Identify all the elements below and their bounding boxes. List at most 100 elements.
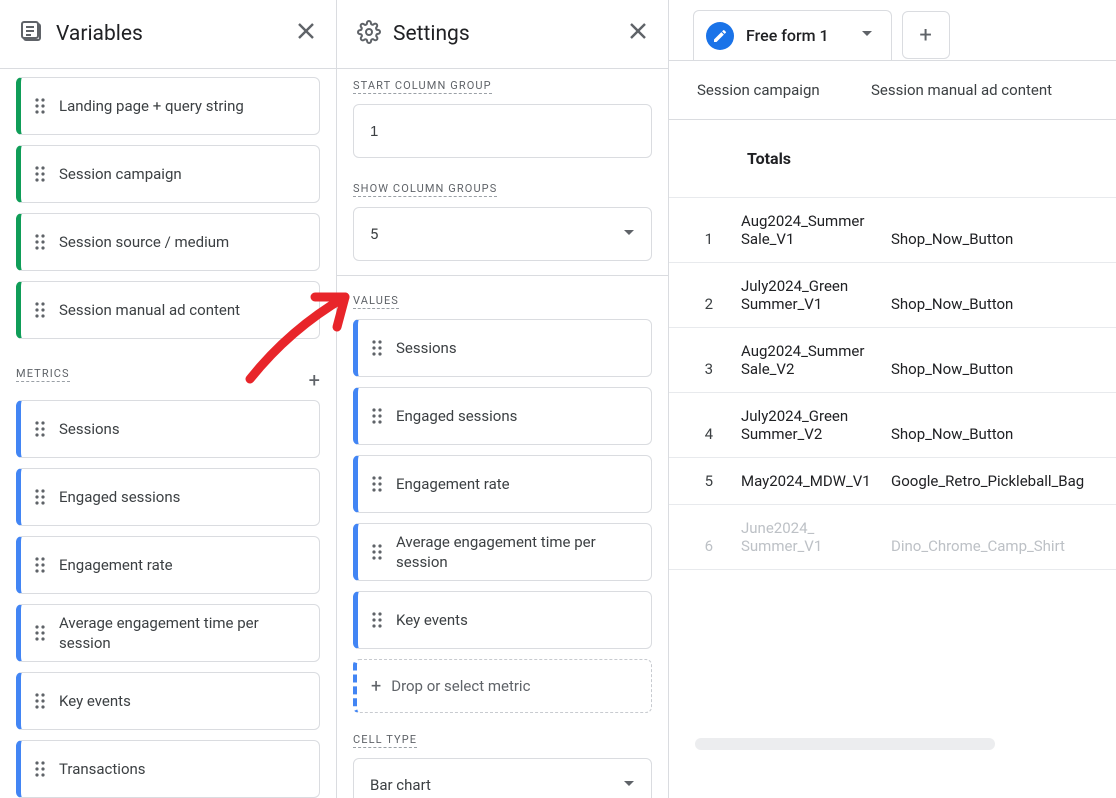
show-column-groups-select[interactable]: 5 <box>353 207 652 261</box>
chip-label: Transactions <box>59 759 146 779</box>
row-index: 6 <box>669 505 731 570</box>
drag-handle-icon[interactable] <box>35 421 45 437</box>
drag-handle-icon[interactable] <box>372 612 382 628</box>
chip-label: Engaged sessions <box>59 487 180 507</box>
cell-campaign: Aug2024_​Summer​Sale_​V1 <box>731 198 881 263</box>
gear-icon <box>357 20 381 48</box>
dimension-chip[interactable]: Session manual ad content <box>16 281 320 339</box>
col-header-campaign[interactable]: Session campaign <box>697 81 871 99</box>
variables-icon <box>20 20 44 48</box>
totals-label: Totals <box>747 149 791 168</box>
chip-label: Landing page + query string <box>59 96 244 116</box>
drag-handle-icon[interactable] <box>35 625 45 641</box>
chip-label: Sessions <box>396 338 457 358</box>
cell-type-label: CELL TYPE <box>353 733 417 748</box>
cell-type-value: Bar chart <box>370 776 431 794</box>
close-icon[interactable] <box>628 21 648 47</box>
col-header-ad-content[interactable]: Session manual ad content <box>871 81 1116 99</box>
cell-ad-content: Google_​Retro_​Pickleball_​Bag <box>881 458 1116 505</box>
row-index: 5 <box>669 458 731 505</box>
chip-label: Sessions <box>59 419 120 439</box>
column-headers: Session campaign Session manual ad conte… <box>669 61 1116 120</box>
drag-handle-icon[interactable] <box>35 166 45 182</box>
row-index: 3 <box>669 328 731 393</box>
drag-handle-icon[interactable] <box>35 489 45 505</box>
show-column-groups-label: SHOW COLUMN GROUPS <box>353 182 497 197</box>
report-tabs: Free form 1 + <box>669 0 1116 60</box>
drag-handle-icon[interactable] <box>35 98 45 114</box>
chevron-down-icon <box>623 776 635 794</box>
tab-free-form[interactable]: Free form 1 <box>693 10 892 60</box>
add-tab-button[interactable]: + <box>902 11 950 59</box>
drag-handle-icon[interactable] <box>35 234 45 250</box>
row-index: 1 <box>669 198 731 263</box>
chip-label: Average engagement time per session <box>59 613 305 654</box>
chip-label: Session campaign <box>59 164 182 184</box>
value-chip[interactable]: Engagement rate <box>353 455 652 513</box>
settings-panel: Settings START COLUMN GROUP SHOW COLUMN … <box>337 0 669 798</box>
values-dropzone[interactable]: + Drop or select metric <box>353 659 652 713</box>
drag-handle-icon[interactable] <box>372 544 382 560</box>
cell-ad-content: Shop_​Now_​Button <box>881 328 1116 393</box>
table-row[interactable]: 3Aug2024_​Summer​Sale_​V2Shop_​Now_​Butt… <box>669 328 1116 393</box>
metric-chip[interactable]: Engagement rate <box>16 536 320 594</box>
horizontal-scrollbar[interactable] <box>695 738 995 750</box>
values-label: VALUES <box>353 294 399 309</box>
chip-label: Engagement rate <box>396 474 510 494</box>
edit-icon <box>706 22 734 50</box>
chip-label: Session source / medium <box>59 232 229 252</box>
variables-title: Variables <box>56 22 143 46</box>
close-icon[interactable] <box>296 21 316 47</box>
dimension-chip[interactable]: Session campaign <box>16 145 320 203</box>
dimension-chip[interactable]: Session source / medium <box>16 213 320 271</box>
table-row[interactable]: 1Aug2024_​Summer​Sale_​V1Shop_​Now_​Butt… <box>669 198 1116 263</box>
settings-header: Settings <box>337 0 668 69</box>
chevron-down-icon[interactable] <box>861 28 873 44</box>
totals-row: Totals <box>669 120 1116 198</box>
row-index: 2 <box>669 263 731 328</box>
metric-chip[interactable]: Sessions <box>16 400 320 458</box>
dimension-chip[interactable]: Landing page + query string <box>16 77 320 135</box>
settings-title: Settings <box>393 22 470 46</box>
value-chip[interactable]: Engaged sessions <box>353 387 652 445</box>
metric-chip[interactable]: Key events <box>16 672 320 730</box>
tab-label: Free form 1 <box>746 26 829 45</box>
cell-ad-content: Shop_​Now_​Button <box>881 393 1116 458</box>
metrics-label: METRICS <box>16 367 70 382</box>
drag-handle-icon[interactable] <box>35 302 45 318</box>
value-chip[interactable]: Average engagement time per session <box>353 523 652 581</box>
metrics-section-header: METRICS + <box>16 367 320 392</box>
data-table: 1Aug2024_​Summer​Sale_​V1Shop_​Now_​Butt… <box>669 198 1116 570</box>
start-column-group-input[interactable] <box>353 104 652 158</box>
cell-type-select[interactable]: Bar chart <box>353 758 652 798</box>
drag-handle-icon[interactable] <box>372 476 382 492</box>
metric-chip[interactable]: Average engagement time per session <box>16 604 320 662</box>
chip-label: Engagement rate <box>59 555 173 575</box>
cell-ad-content: Shop_​Now_​Button <box>881 198 1116 263</box>
chip-label: Engaged sessions <box>396 406 517 426</box>
cell-campaign: July2024_​Green​Summer_​V1 <box>731 263 881 328</box>
chip-label: Key events <box>396 610 468 630</box>
metric-chip[interactable]: Engaged sessions <box>16 468 320 526</box>
table-row[interactable]: 2July2024_​Green​Summer_​V1Shop_​Now_​Bu… <box>669 263 1116 328</box>
metric-chip[interactable]: Transactions <box>16 740 320 798</box>
drag-handle-icon[interactable] <box>372 408 382 424</box>
chevron-down-icon <box>623 225 635 243</box>
value-chip[interactable]: Sessions <box>353 319 652 377</box>
table-row[interactable]: 5May2024_​MDW_​V1Google_​Retro_​Pickleba… <box>669 458 1116 505</box>
show-column-groups-value: 5 <box>370 225 378 243</box>
variables-header: Variables <box>0 0 336 69</box>
variables-panel: Variables Landing page + query string Ses… <box>0 0 337 798</box>
add-metric-button[interactable]: + <box>309 368 320 392</box>
cell-campaign: Aug2024_​Summer​Sale_​V2 <box>731 328 881 393</box>
cell-campaign: July2024_​Green​Summer_​V2 <box>731 393 881 458</box>
drag-handle-icon[interactable] <box>35 557 45 573</box>
chip-label: Key events <box>59 691 131 711</box>
table-row[interactable]: 6June2024_​Summer_​V1Dino_​Chrome_​Camp_… <box>669 505 1116 570</box>
table-row[interactable]: 4July2024_​Green​Summer_​V2Shop_​Now_​Bu… <box>669 393 1116 458</box>
drag-handle-icon[interactable] <box>35 693 45 709</box>
drag-handle-icon[interactable] <box>35 761 45 777</box>
value-chip[interactable]: Key events <box>353 591 652 649</box>
drag-handle-icon[interactable] <box>372 340 382 356</box>
start-column-group-label: START COLUMN GROUP <box>353 79 492 94</box>
